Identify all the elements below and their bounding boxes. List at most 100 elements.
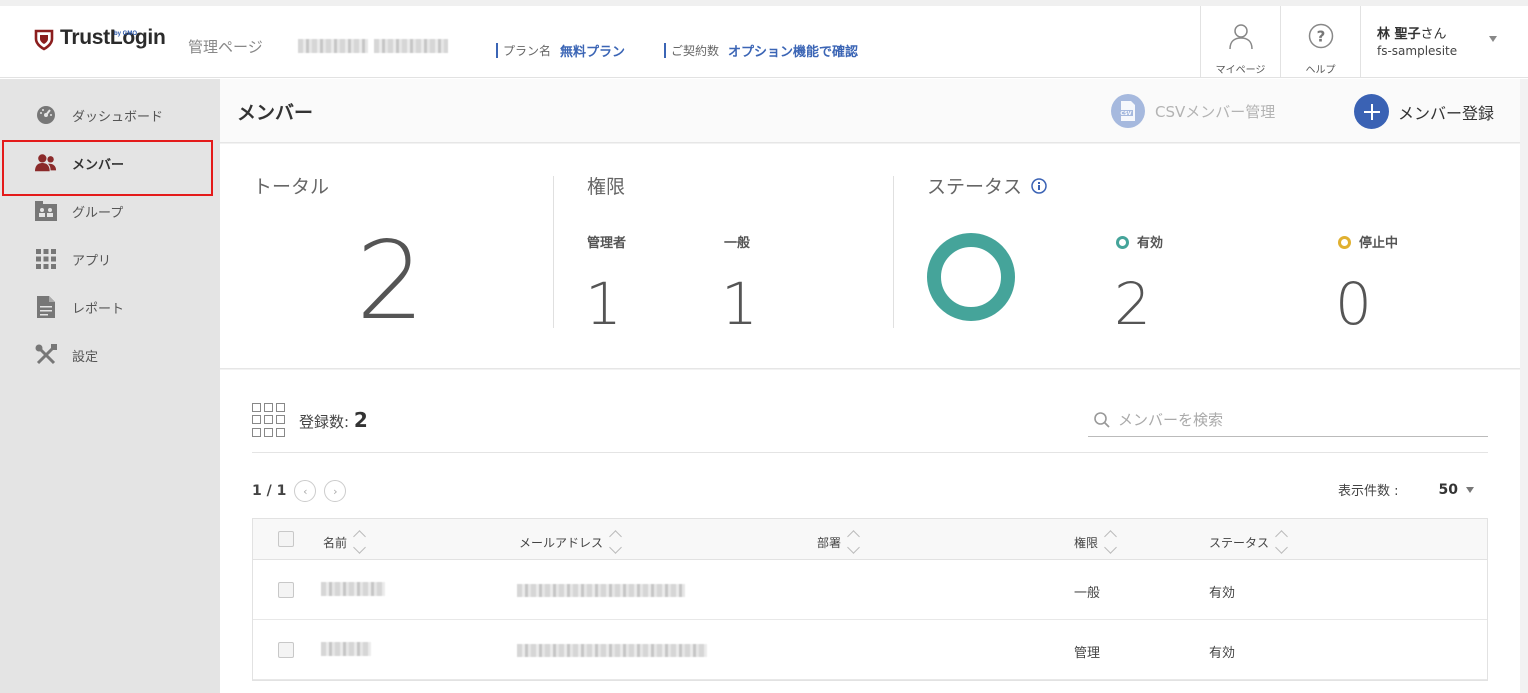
contract-value-link[interactable]: オプション機能で確認: [728, 41, 858, 60]
sort-icon: [609, 530, 622, 554]
active-dot-icon: [1116, 236, 1129, 249]
row-checkbox[interactable]: [278, 582, 294, 598]
csv-file-icon: CSV: [1111, 94, 1145, 128]
role-title: 権限: [587, 176, 626, 198]
sidebar-item-label: レポート: [72, 301, 125, 317]
sort-icon: [1275, 530, 1288, 554]
row-status: 有効: [1209, 646, 1236, 661]
admin-value: 1: [585, 270, 622, 338]
add-member-label: メンバー登録: [1398, 103, 1495, 123]
contract-info: ご契約数 オプション機能で確認: [664, 41, 858, 60]
user-menu[interactable]: 林 聖子さん fs-samplesite: [1360, 6, 1528, 78]
per-page-label: 表示件数 :: [1338, 484, 1399, 499]
plan-info: プラン名 無料プラン: [496, 41, 625, 60]
chevron-down-icon[interactable]: [1489, 36, 1497, 42]
redacted-email: [517, 644, 707, 657]
shield-logo-icon: [34, 29, 54, 51]
redacted-email: [517, 584, 685, 597]
mypage-button[interactable]: マイページ: [1200, 6, 1280, 78]
main-content: メンバー CSV CSVメンバー管理 メンバー登録 トータル 2 権限 管理者 …: [220, 79, 1528, 693]
csv-button-label: CSVメンバー管理: [1155, 102, 1276, 121]
active-item-highlight: [2, 140, 213, 196]
next-page-button[interactable]: ›: [324, 480, 347, 502]
sidebar-item-reports[interactable]: レポート: [0, 283, 220, 331]
logo-text: TrustLogin: [60, 26, 166, 49]
help-button[interactable]: ? ヘルプ: [1280, 6, 1360, 78]
select-all-checkbox[interactable]: [278, 531, 294, 547]
table-row[interactable]: 一般 有効: [253, 560, 1487, 620]
apps-grid-icon: [35, 248, 57, 270]
row-role: 一般: [1074, 586, 1101, 601]
dashboard-icon: [35, 104, 57, 126]
info-icon[interactable]: [1031, 177, 1047, 194]
csv-member-management-button[interactable]: CSV CSVメンバー管理: [1111, 94, 1275, 128]
member-stats-panel: トータル 2 権限 管理者 1 一般 1 ステータス 有効 2 停止中 0: [220, 144, 1520, 369]
table-header: 名前 メールアドレス 部署 権限 ステータス: [253, 519, 1487, 560]
suspended-dot-icon: [1338, 236, 1351, 249]
help-label: ヘルプ: [1305, 65, 1336, 76]
member-list-panel: 登録数: 2 1 / 1 ‹ › 表示件数 : 50 名前 メールアドレス 部署…: [220, 370, 1520, 693]
active-legend: 有効: [1116, 232, 1163, 251]
help-icon: ?: [1308, 23, 1333, 49]
redacted-name: [321, 582, 385, 596]
column-name[interactable]: 名前: [323, 530, 366, 554]
mypage-label: マイページ: [1215, 65, 1266, 76]
per-page-value: 50: [1438, 481, 1458, 498]
trustlogin-logo[interactable]: TrustLogin: [34, 26, 166, 51]
total-value: 2: [356, 219, 425, 344]
sort-icon: [1104, 530, 1117, 554]
user-name: 林 聖子さん: [1377, 27, 1447, 42]
pagination: 1 / 1 ‹ ›: [252, 480, 347, 502]
tools-icon: [35, 344, 57, 366]
column-email[interactable]: メールアドレス: [519, 530, 622, 554]
sidebar: ダッシュボード メンバー グループ アプリ レポート 設定: [0, 79, 220, 693]
prev-page-button[interactable]: ‹: [294, 480, 317, 502]
status-title-wrap: ステータス: [927, 172, 1047, 199]
add-member-button[interactable]: メンバー登録: [1354, 94, 1494, 129]
page-title: メンバー: [237, 102, 314, 124]
chevron-down-icon: [1466, 486, 1474, 493]
plan-label: プラン名: [503, 44, 552, 58]
row-role: 管理: [1074, 646, 1101, 661]
general-value: 1: [721, 270, 758, 338]
page-title-bar: メンバー CSV CSVメンバー管理 メンバー登録: [220, 79, 1520, 143]
search-input[interactable]: [1118, 410, 1458, 429]
redacted-site-name: [298, 39, 368, 53]
sort-icon: [353, 530, 366, 554]
member-search[interactable]: [1088, 403, 1488, 437]
plus-icon: [1354, 94, 1389, 129]
sort-icon: [847, 530, 860, 554]
suspended-value: 0: [1335, 270, 1372, 338]
sidebar-item-label: 設定: [72, 349, 99, 365]
row-checkbox[interactable]: [278, 642, 294, 658]
admin-page-label: 管理ページ: [188, 38, 263, 56]
svg-text:CSV: CSV: [1120, 111, 1131, 117]
divider: [893, 176, 894, 328]
plan-value-link[interactable]: 無料プラン: [560, 41, 625, 60]
active-value: 2: [1114, 270, 1151, 338]
status-title: ステータス: [927, 176, 1023, 198]
top-header: TrustLogin by GMO 管理ページ プラン名 無料プラン ご契約数 …: [0, 6, 1528, 78]
logo-sub-text: by GMO: [114, 31, 138, 37]
sidebar-item-dashboard[interactable]: ダッシュボード: [0, 91, 220, 139]
page-indicator: 1 / 1: [252, 483, 287, 499]
redacted-name: [321, 642, 371, 656]
column-status[interactable]: ステータス: [1209, 530, 1288, 554]
grid-view-icon: [252, 403, 286, 437]
table-row[interactable]: 管理 有効: [253, 620, 1487, 680]
suspended-legend: 停止中: [1338, 232, 1398, 251]
column-department[interactable]: 部署: [817, 530, 860, 554]
user-icon: [1228, 24, 1253, 50]
report-icon: [35, 296, 57, 318]
svg-text:?: ?: [1316, 28, 1325, 46]
redacted-site-name-2: [374, 39, 448, 53]
sidebar-item-settings[interactable]: 設定: [0, 331, 220, 379]
sidebar-item-apps[interactable]: アプリ: [0, 235, 220, 283]
search-icon: [1094, 411, 1110, 428]
user-site: fs-samplesite: [1377, 44, 1458, 58]
column-role[interactable]: 権限: [1074, 530, 1117, 554]
sidebar-item-label: アプリ: [72, 253, 112, 269]
contract-label: ご契約数: [671, 44, 720, 58]
group-icon: [35, 200, 57, 222]
per-page-select[interactable]: 表示件数 : 50: [1338, 480, 1474, 499]
